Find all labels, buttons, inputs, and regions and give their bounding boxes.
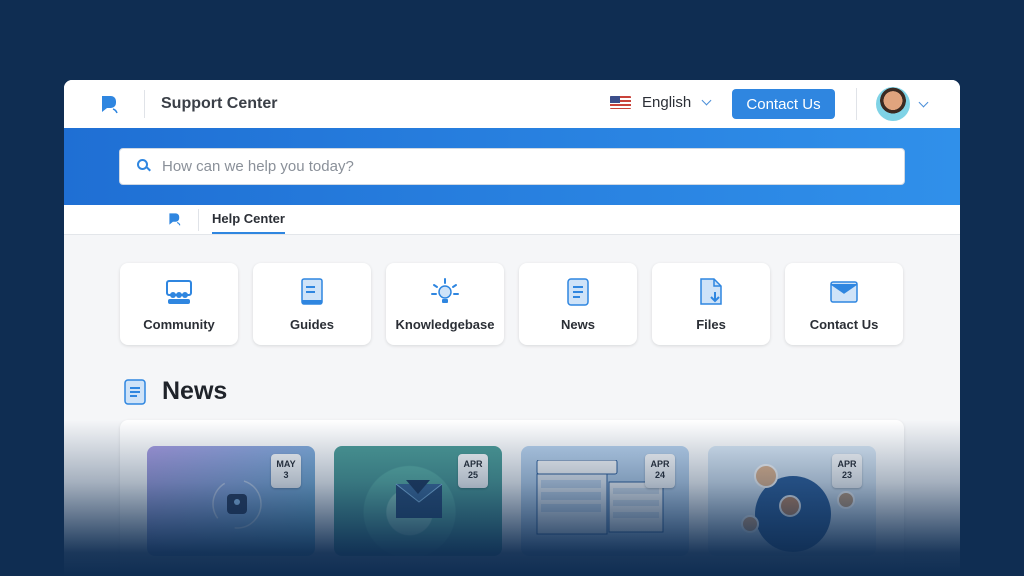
community-icon xyxy=(165,277,193,307)
envelope-icon xyxy=(395,480,443,518)
date-month: APR xyxy=(650,459,670,469)
news-date-badge: MAY 3 xyxy=(271,454,301,488)
divider xyxy=(144,90,145,118)
date-month: APR xyxy=(463,459,483,469)
card-files[interactable]: Files xyxy=(652,263,770,345)
news-icon xyxy=(124,378,146,405)
date-month: APR xyxy=(837,459,857,469)
card-news[interactable]: News xyxy=(519,263,637,345)
avatar xyxy=(876,87,910,121)
divider xyxy=(856,88,857,120)
us-flag-icon xyxy=(610,96,631,109)
divider xyxy=(198,209,199,231)
news-date-badge: APR 23 xyxy=(832,454,862,488)
news-date-badge: APR 24 xyxy=(645,454,675,488)
lightbulb-icon xyxy=(430,277,460,307)
news-card[interactable]: MAY 3 xyxy=(147,446,315,556)
guides-icon xyxy=(300,277,324,307)
envelope-icon xyxy=(830,277,858,307)
language-label: English xyxy=(642,94,692,111)
date-month: MAY xyxy=(276,459,296,469)
app-window: Support Center English Contact Us Help C… xyxy=(64,80,960,576)
news-card[interactable]: APR 23 xyxy=(708,446,876,556)
card-label: Contact Us xyxy=(809,317,879,332)
file-download-icon xyxy=(699,277,723,307)
top-bar: Support Center English Contact Us xyxy=(64,80,960,128)
date-day: 24 xyxy=(654,470,665,480)
contact-us-button[interactable]: Contact Us xyxy=(732,89,835,119)
date-day: 3 xyxy=(283,470,289,480)
search-input[interactable] xyxy=(162,158,862,175)
news-date-badge: APR 25 xyxy=(458,454,488,488)
date-day: 25 xyxy=(467,470,478,480)
card-label: Files xyxy=(696,317,726,332)
card-community[interactable]: Community xyxy=(120,263,238,345)
user-menu[interactable] xyxy=(876,87,929,121)
news-section-header: News xyxy=(124,377,227,406)
date-day: 23 xyxy=(841,470,852,480)
sub-navigation: Help Center xyxy=(64,205,960,235)
chevron-down-icon xyxy=(918,97,929,107)
card-label: Community xyxy=(143,317,215,332)
search-banner xyxy=(64,128,960,205)
logo-icon[interactable] xyxy=(168,212,182,226)
card-contact-us[interactable]: Contact Us xyxy=(785,263,903,345)
card-label: Guides xyxy=(289,317,335,332)
search-icon xyxy=(134,156,156,178)
category-cards: Community Guides Knowledgebase News File… xyxy=(120,263,903,345)
card-guides[interactable]: Guides xyxy=(253,263,371,345)
app-title: Support Center xyxy=(161,95,278,112)
tab-help-center[interactable]: Help Center xyxy=(212,211,285,234)
search-bar[interactable] xyxy=(119,148,905,185)
card-knowledgebase[interactable]: Knowledgebase xyxy=(386,263,504,345)
language-selector[interactable]: English xyxy=(610,94,712,111)
card-label: Knowledgebase xyxy=(395,317,495,332)
meeting-icon xyxy=(212,479,262,529)
news-list: MAY 3 APR 25 APR 24 APR 23 xyxy=(120,420,904,576)
news-icon xyxy=(567,277,589,307)
section-title: News xyxy=(162,377,228,405)
news-card[interactable]: APR 25 xyxy=(334,446,502,556)
chevron-down-icon xyxy=(701,95,712,106)
logo-icon[interactable] xyxy=(100,94,120,114)
card-label: News xyxy=(561,317,595,332)
news-card[interactable]: APR 24 xyxy=(521,446,689,556)
